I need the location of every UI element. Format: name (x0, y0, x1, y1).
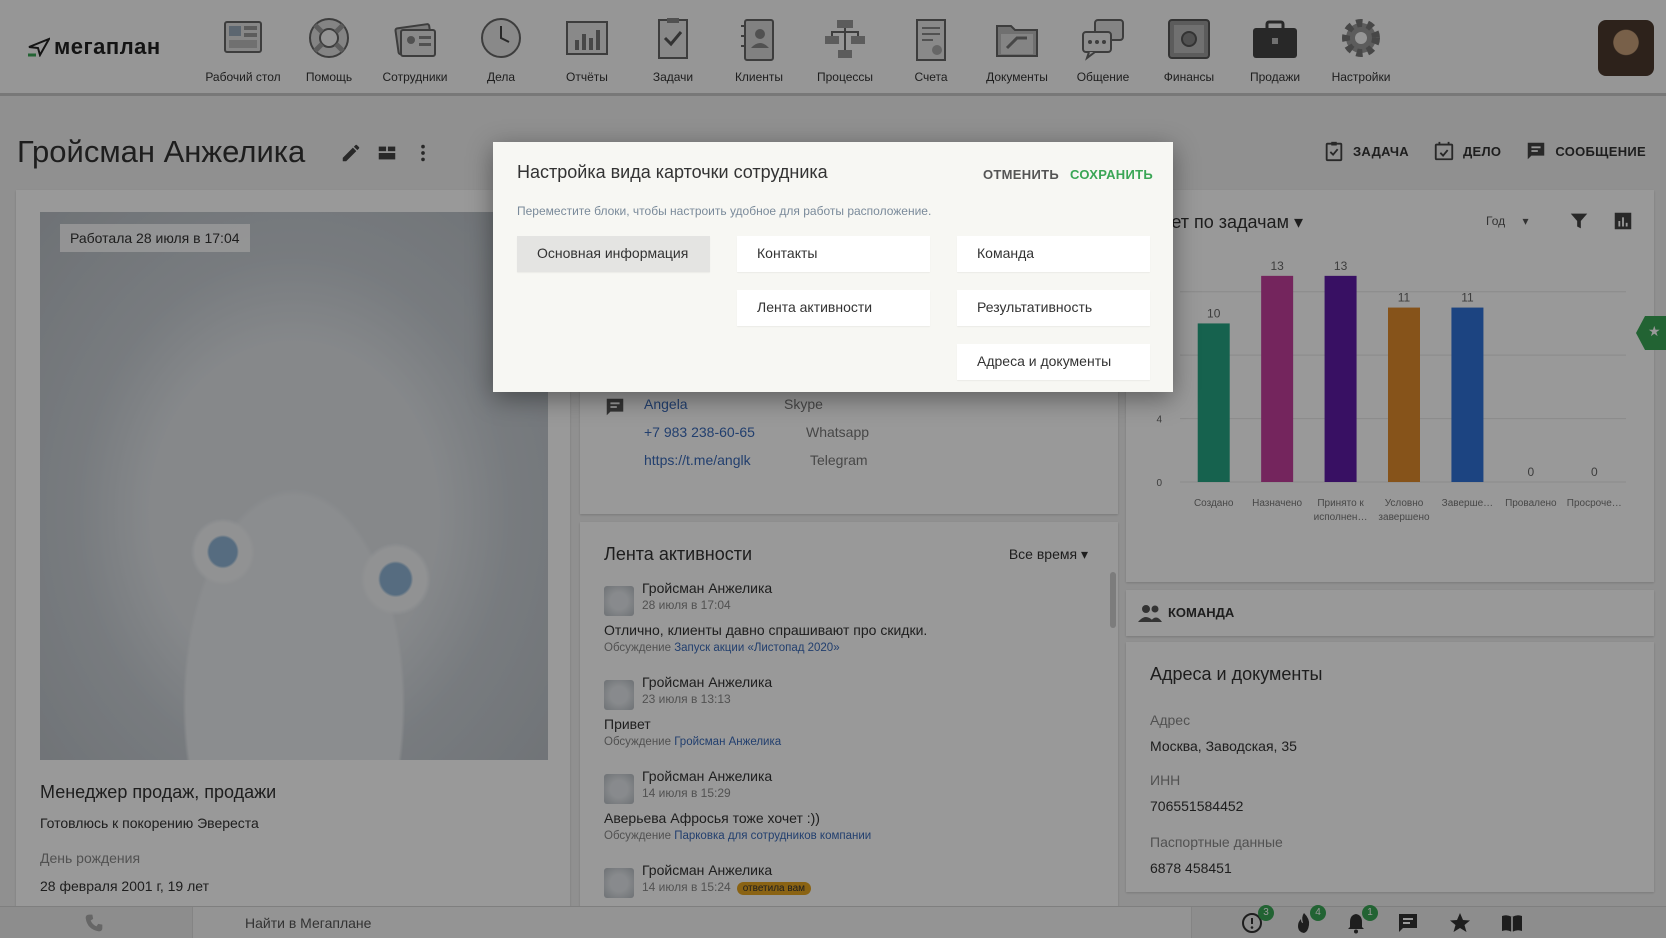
modal-backdrop[interactable] (0, 0, 1666, 938)
layout-block-activity-feed[interactable]: Лента активности (737, 290, 930, 326)
layout-block-performance[interactable]: Результативность (957, 290, 1150, 326)
dialog-title: Настройка вида карточки сотрудника (517, 162, 828, 182)
layout-block-contacts[interactable]: Контакты (737, 236, 930, 272)
save-button[interactable]: СОХРАНИТЬ (1070, 167, 1153, 182)
card-layout-settings-dialog: Настройка вида карточки сотрудника ОТМЕН… (493, 142, 1173, 392)
cancel-button[interactable]: ОТМЕНИТЬ (983, 167, 1059, 182)
layout-block-team[interactable]: Команда (957, 236, 1150, 272)
dialog-hint: Переместите блоки, чтобы настроить удобн… (517, 204, 932, 218)
layout-block-addresses[interactable]: Адреса и документы (957, 344, 1150, 380)
layout-block-main-info[interactable]: Основная информация (517, 236, 710, 272)
